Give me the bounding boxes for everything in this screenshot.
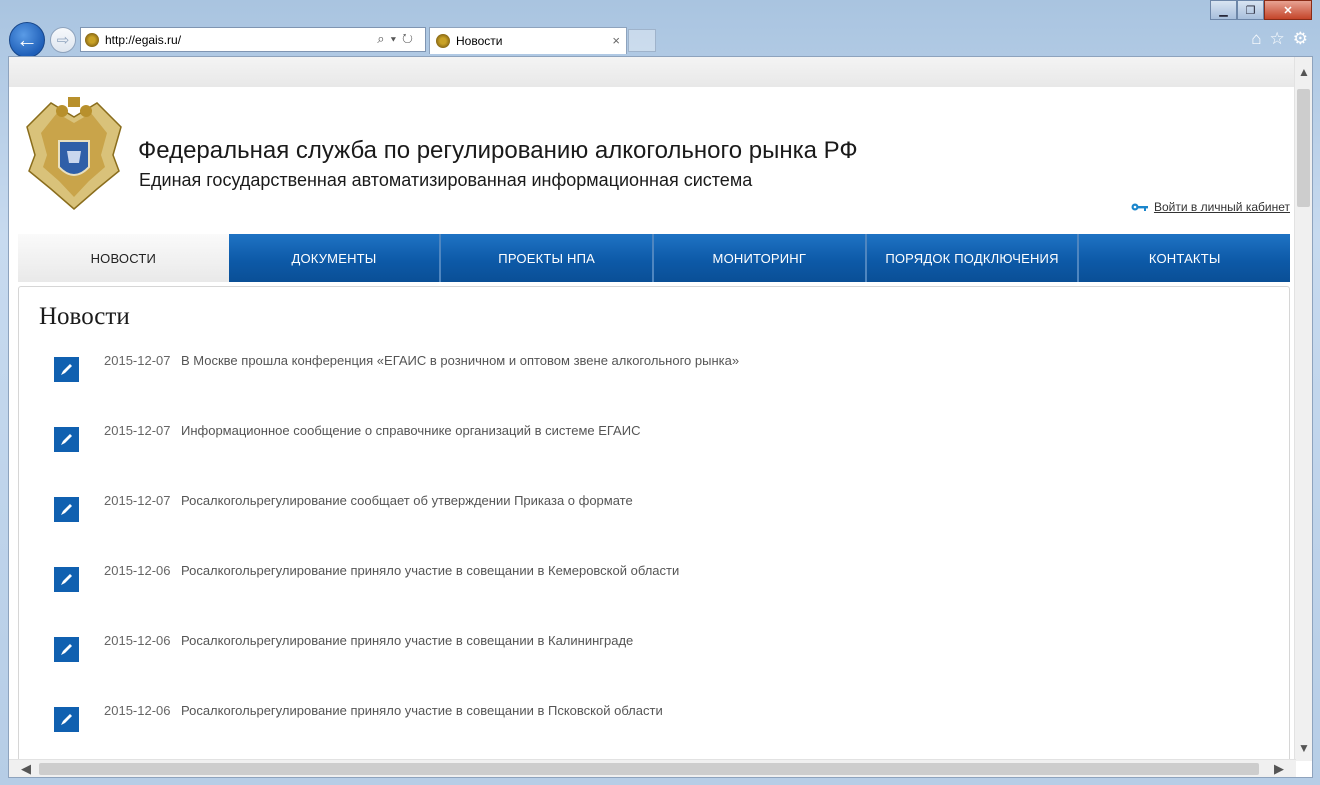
nav-item-connection[interactable]: ПОРЯДОК ПОДКЛЮЧЕНИЯ	[866, 234, 1080, 282]
window-controls: ▁ ❐ ✕	[1210, 0, 1312, 20]
close-window-button[interactable]: ✕	[1264, 0, 1312, 20]
scroll-up-arrow-icon[interactable]: ▲	[1298, 65, 1310, 79]
new-tab-button[interactable]	[628, 29, 656, 52]
browser-titlebar: ← ⇨ http://egais.ru/ ⌕▾↻ Новости × ▁ ❐ ✕…	[0, 0, 1320, 58]
page-title: Новости	[39, 303, 130, 330]
nav-item-news[interactable]: НОВОСТИ	[18, 234, 229, 282]
back-arrow-icon: ←	[16, 27, 38, 52]
vertical-scroll-thumb[interactable]	[1297, 89, 1310, 207]
news-item[interactable]: 2015-12-06 Росалкогольрегулирование прин…	[54, 633, 1254, 703]
login-link[interactable]: Войти в личный кабинет	[1131, 200, 1290, 214]
tab-news[interactable]: Новости ×	[429, 27, 627, 54]
key-icon	[1131, 203, 1148, 211]
nav-item-monitoring[interactable]: МОНИТОРИНГ	[654, 234, 867, 282]
maximize-button[interactable]: ❐	[1237, 0, 1264, 20]
address-url[interactable]: http://egais.ru/	[105, 33, 181, 47]
pen-icon	[54, 427, 79, 452]
pen-icon	[54, 637, 79, 662]
home-icon[interactable]: ⌂	[1251, 29, 1261, 49]
pen-icon	[54, 567, 79, 592]
page-top-strip	[9, 57, 1296, 87]
news-date: 2015-12-07	[104, 353, 171, 368]
vertical-scrollbar[interactable]: ▲ ▼	[1294, 57, 1312, 761]
page-viewport: Федеральная служба по регулированию алко…	[8, 56, 1313, 778]
tab-favicon-icon	[436, 34, 450, 48]
nav-item-contacts[interactable]: КОНТАКТЫ	[1079, 234, 1291, 282]
news-link[interactable]: Росалкогольрегулирование приняло участие…	[181, 703, 663, 718]
scroll-right-arrow-icon[interactable]: ▶	[1274, 761, 1284, 777]
forward-arrow-icon: ⇨	[56, 32, 70, 49]
address-tools-icon[interactable]: ⌕▾↻	[377, 31, 419, 47]
forward-button[interactable]: ⇨	[50, 27, 76, 53]
news-date: 2015-12-07	[104, 493, 171, 508]
tab-close-icon[interactable]: ×	[612, 33, 620, 48]
settings-gear-icon[interactable]: ⚙	[1293, 29, 1308, 49]
favorites-star-icon[interactable]: ☆	[1270, 29, 1285, 49]
news-item[interactable]: 2015-12-06 Росалкогольрегулирование прин…	[54, 563, 1254, 633]
news-list: 2015-12-07 В Москве прошла конференция «…	[54, 353, 1254, 773]
news-date: 2015-12-06	[104, 703, 171, 718]
site-subtitle: Единая государственная автоматизированна…	[139, 170, 753, 190]
nav-item-projects[interactable]: ПРОЕКТЫ НПА	[441, 234, 655, 282]
main-navigation: НОВОСТИ ДОКУМЕНТЫ ПРОЕКТЫ НПА МОНИТОРИНГ…	[18, 234, 1291, 282]
scroll-down-arrow-icon[interactable]: ▼	[1298, 741, 1310, 755]
back-button[interactable]: ←	[9, 22, 45, 58]
news-date: 2015-12-07	[104, 423, 171, 438]
pen-icon	[54, 497, 79, 522]
news-item[interactable]: 2015-12-07 Росалкогольрегулирование сооб…	[54, 493, 1254, 563]
news-item[interactable]: 2015-12-07 Информационное сообщение о сп…	[54, 423, 1254, 493]
news-date: 2015-12-06	[104, 633, 171, 648]
minimize-button[interactable]: ▁	[1210, 0, 1237, 20]
news-item[interactable]: 2015-12-07 В Москве прошла конференция «…	[54, 353, 1254, 423]
address-bar[interactable]: http://egais.ru/ ⌕▾↻	[80, 27, 426, 52]
scroll-left-arrow-icon[interactable]: ◀	[21, 761, 31, 777]
site-title: Федеральная служба по регулированию алко…	[138, 137, 858, 164]
login-link-label[interactable]: Войти в личный кабинет	[1154, 200, 1290, 214]
nav-item-documents[interactable]: ДОКУМЕНТЫ	[228, 234, 442, 282]
news-link[interactable]: Росалкогольрегулирование приняло участие…	[181, 563, 679, 578]
news-link[interactable]: В Москве прошла конференция «ЕГАИС в роз…	[181, 353, 739, 368]
news-link[interactable]: Росалкогольрегулирование сообщает об утв…	[181, 493, 633, 508]
news-panel: Новости 2015-12-07 В Москве прошла конфе…	[18, 286, 1290, 766]
tab-title: Новости	[456, 34, 503, 48]
pen-icon	[54, 707, 79, 732]
eagle-emblem-icon	[26, 97, 122, 210]
news-link[interactable]: Информационное сообщение о справочнике о…	[181, 423, 640, 438]
pen-icon	[54, 357, 79, 382]
browser-toolbar-icons: ⌂ ☆ ⚙	[1251, 29, 1308, 49]
horizontal-scrollbar[interactable]: ◀ ▶	[9, 759, 1296, 777]
horizontal-scroll-thumb[interactable]	[39, 763, 1259, 775]
site-favicon-icon	[85, 32, 99, 47]
news-date: 2015-12-06	[104, 563, 171, 578]
news-link[interactable]: Росалкогольрегулирование приняло участие…	[181, 633, 633, 648]
